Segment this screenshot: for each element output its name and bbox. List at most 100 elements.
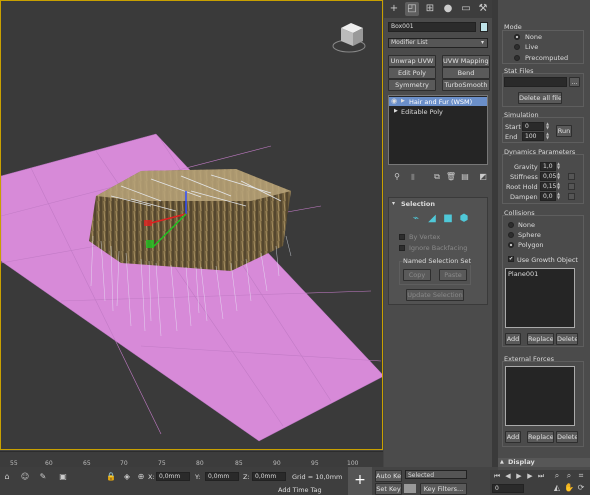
- face-icon[interactable]: ■: [441, 212, 455, 226]
- start-field[interactable]: 0: [522, 122, 544, 131]
- absolute-mode-icon[interactable]: ⊕: [134, 470, 148, 484]
- object-name-field[interactable]: Box001: [388, 22, 476, 32]
- frame-field[interactable]: 0: [492, 484, 524, 493]
- stiffness-map-button[interactable]: [568, 173, 575, 180]
- user-icon[interactable]: ☺: [18, 470, 32, 484]
- orbit-icon[interactable]: ⟳: [574, 481, 588, 495]
- collapse-icon[interactable]: ▾: [392, 200, 395, 207]
- key-filters-button[interactable]: Key Filters...: [420, 483, 467, 495]
- eye-icon[interactable]: ◉: [391, 97, 397, 106]
- display-rollout-header[interactable]: ▲ Display: [498, 458, 590, 467]
- expand-icon[interactable]: ▶: [401, 97, 405, 106]
- modifier-button[interactable]: Symmetry: [388, 79, 436, 91]
- end-field[interactable]: 100: [522, 132, 544, 141]
- roothold-spinner[interactable]: ▲ ▼: [556, 182, 561, 191]
- collision-none-radio[interactable]: [508, 222, 514, 228]
- external-forces-list[interactable]: [505, 366, 575, 426]
- modify-tab-icon[interactable]: ◰: [405, 2, 419, 16]
- set-key-button[interactable]: Set Key: [375, 483, 402, 495]
- dynamics-panel: Mode None Live Precomputed Stat Files ..…: [498, 0, 590, 470]
- mode-precomputed-radio[interactable]: [514, 55, 520, 61]
- edge-icon[interactable]: ◢: [425, 212, 439, 226]
- configure-sets-icon[interactable]: ▤: [458, 170, 472, 184]
- stack-item-editable-poly[interactable]: ▶ Editable Poly: [389, 107, 487, 116]
- show-end-result-icon[interactable]: ▮: [406, 170, 420, 184]
- stat-file-path-field[interactable]: [504, 77, 567, 87]
- collision-object-list[interactable]: Plane001: [505, 268, 575, 328]
- isolate-icon[interactable]: ▣: [56, 470, 70, 484]
- collision-sphere-label: Sphere: [518, 231, 541, 239]
- forces-replace-button[interactable]: Replace: [527, 431, 554, 443]
- add-time-tag[interactable]: Add Time Tag: [278, 486, 322, 494]
- collision-replace-button[interactable]: Replace: [527, 333, 554, 345]
- copy-button[interactable]: Copy: [403, 269, 431, 281]
- x-field[interactable]: 0,0mm: [156, 472, 190, 481]
- vertex-icon[interactable]: ⌁: [409, 212, 423, 226]
- stiffness-spinner[interactable]: ▲ ▼: [556, 172, 561, 181]
- dampen-field[interactable]: 0,0: [540, 192, 556, 201]
- script-icon[interactable]: ✎: [36, 470, 50, 484]
- listener-icon[interactable]: ⌂: [0, 470, 14, 484]
- modifier-button[interactable]: Unwrap UVW: [388, 55, 436, 67]
- key-mode-button[interactable]: +: [348, 467, 372, 495]
- make-unique-icon[interactable]: ⧉: [430, 170, 444, 184]
- gravity-field[interactable]: 1,0: [540, 162, 556, 171]
- paste-button[interactable]: Paste: [439, 269, 467, 281]
- stack-item-hair-fur[interactable]: ◉ ▶ Hair and Fur (WSM): [389, 97, 487, 106]
- delete-all-files-button[interactable]: Delete all files: [518, 92, 562, 104]
- collision-polygon-radio[interactable]: [508, 242, 514, 248]
- element-icon[interactable]: ⬢: [457, 212, 471, 226]
- configure-icon[interactable]: ◩: [476, 170, 490, 184]
- modifier-stack[interactable]: ◉ ▶ Hair and Fur (WSM) ▶ Editable Poly: [388, 95, 488, 165]
- start-spinner[interactable]: ▲ ▼: [545, 122, 550, 131]
- display-tab-icon[interactable]: ▭: [459, 2, 473, 16]
- forces-delete-button[interactable]: Delete: [556, 431, 578, 443]
- selected-dropdown[interactable]: Selected: [405, 470, 467, 479]
- mode-live-radio[interactable]: [514, 44, 520, 50]
- perspective-viewport[interactable]: [0, 0, 383, 450]
- modifier-button[interactable]: TurboSmooth: [442, 79, 490, 91]
- gravity-spinner[interactable]: ▲ ▼: [556, 162, 561, 171]
- grid-readout: Grid = 10,0mm: [292, 473, 343, 481]
- ignore-backfacing-checkbox[interactable]: [399, 245, 405, 251]
- collision-add-button[interactable]: Add: [505, 333, 521, 345]
- end-spinner[interactable]: ▲ ▼: [545, 132, 550, 141]
- dampen-spinner[interactable]: ▲ ▼: [556, 192, 561, 201]
- timeline-ruler[interactable]: [0, 451, 383, 467]
- auto-key-button[interactable]: Auto Key: [375, 470, 402, 482]
- remove-modifier-icon[interactable]: 🗑: [444, 170, 458, 184]
- stiffness-field[interactable]: 0,05: [540, 172, 556, 181]
- object-color-swatch[interactable]: [480, 22, 488, 32]
- use-growth-object-checkbox[interactable]: ✔: [508, 256, 514, 262]
- by-vertex-checkbox[interactable]: [399, 234, 405, 240]
- collision-sphere-radio[interactable]: [508, 232, 514, 238]
- run-button[interactable]: Run: [556, 125, 572, 137]
- modifier-button[interactable]: Edit Poly: [388, 67, 436, 79]
- viewcube-icon[interactable]: [332, 23, 366, 53]
- modifier-list-dropdown[interactable]: Modifier List ▾: [388, 38, 488, 48]
- utilities-tab-icon[interactable]: ⚒: [476, 2, 490, 16]
- dampen-map-button[interactable]: [568, 193, 575, 200]
- go-end-icon[interactable]: ⏭: [534, 469, 548, 483]
- pin-stack-icon[interactable]: ⚲: [390, 170, 404, 184]
- forces-add-button[interactable]: Add: [505, 431, 521, 443]
- expand-icon[interactable]: ▶: [394, 107, 398, 116]
- stat-browse-button[interactable]: ...: [569, 77, 580, 87]
- roothold-field[interactable]: 0,15: [540, 182, 556, 191]
- modifier-button[interactable]: Bend: [442, 67, 490, 79]
- selection-lock-icon[interactable]: ◈: [120, 470, 134, 484]
- z-field[interactable]: 0,0mm: [252, 472, 286, 481]
- mode-none-label: None: [525, 33, 542, 41]
- list-item[interactable]: Plane001: [508, 270, 538, 278]
- mode-none-radio[interactable]: [514, 34, 520, 40]
- y-label: Y:: [195, 473, 201, 481]
- collision-delete-button[interactable]: Delete: [556, 333, 578, 345]
- motion-tab-icon[interactable]: ●: [441, 2, 455, 16]
- modifier-button[interactable]: UVW Mapping Clear: [442, 55, 490, 67]
- y-field[interactable]: 0,0mm: [205, 472, 239, 481]
- hierarchy-tab-icon[interactable]: ⊞: [423, 2, 437, 16]
- roothold-map-button[interactable]: [568, 183, 575, 190]
- create-tab-icon[interactable]: +: [387, 2, 401, 16]
- update-selection-button[interactable]: Update Selection: [406, 289, 464, 301]
- lock-icon[interactable]: 🔒: [104, 470, 118, 484]
